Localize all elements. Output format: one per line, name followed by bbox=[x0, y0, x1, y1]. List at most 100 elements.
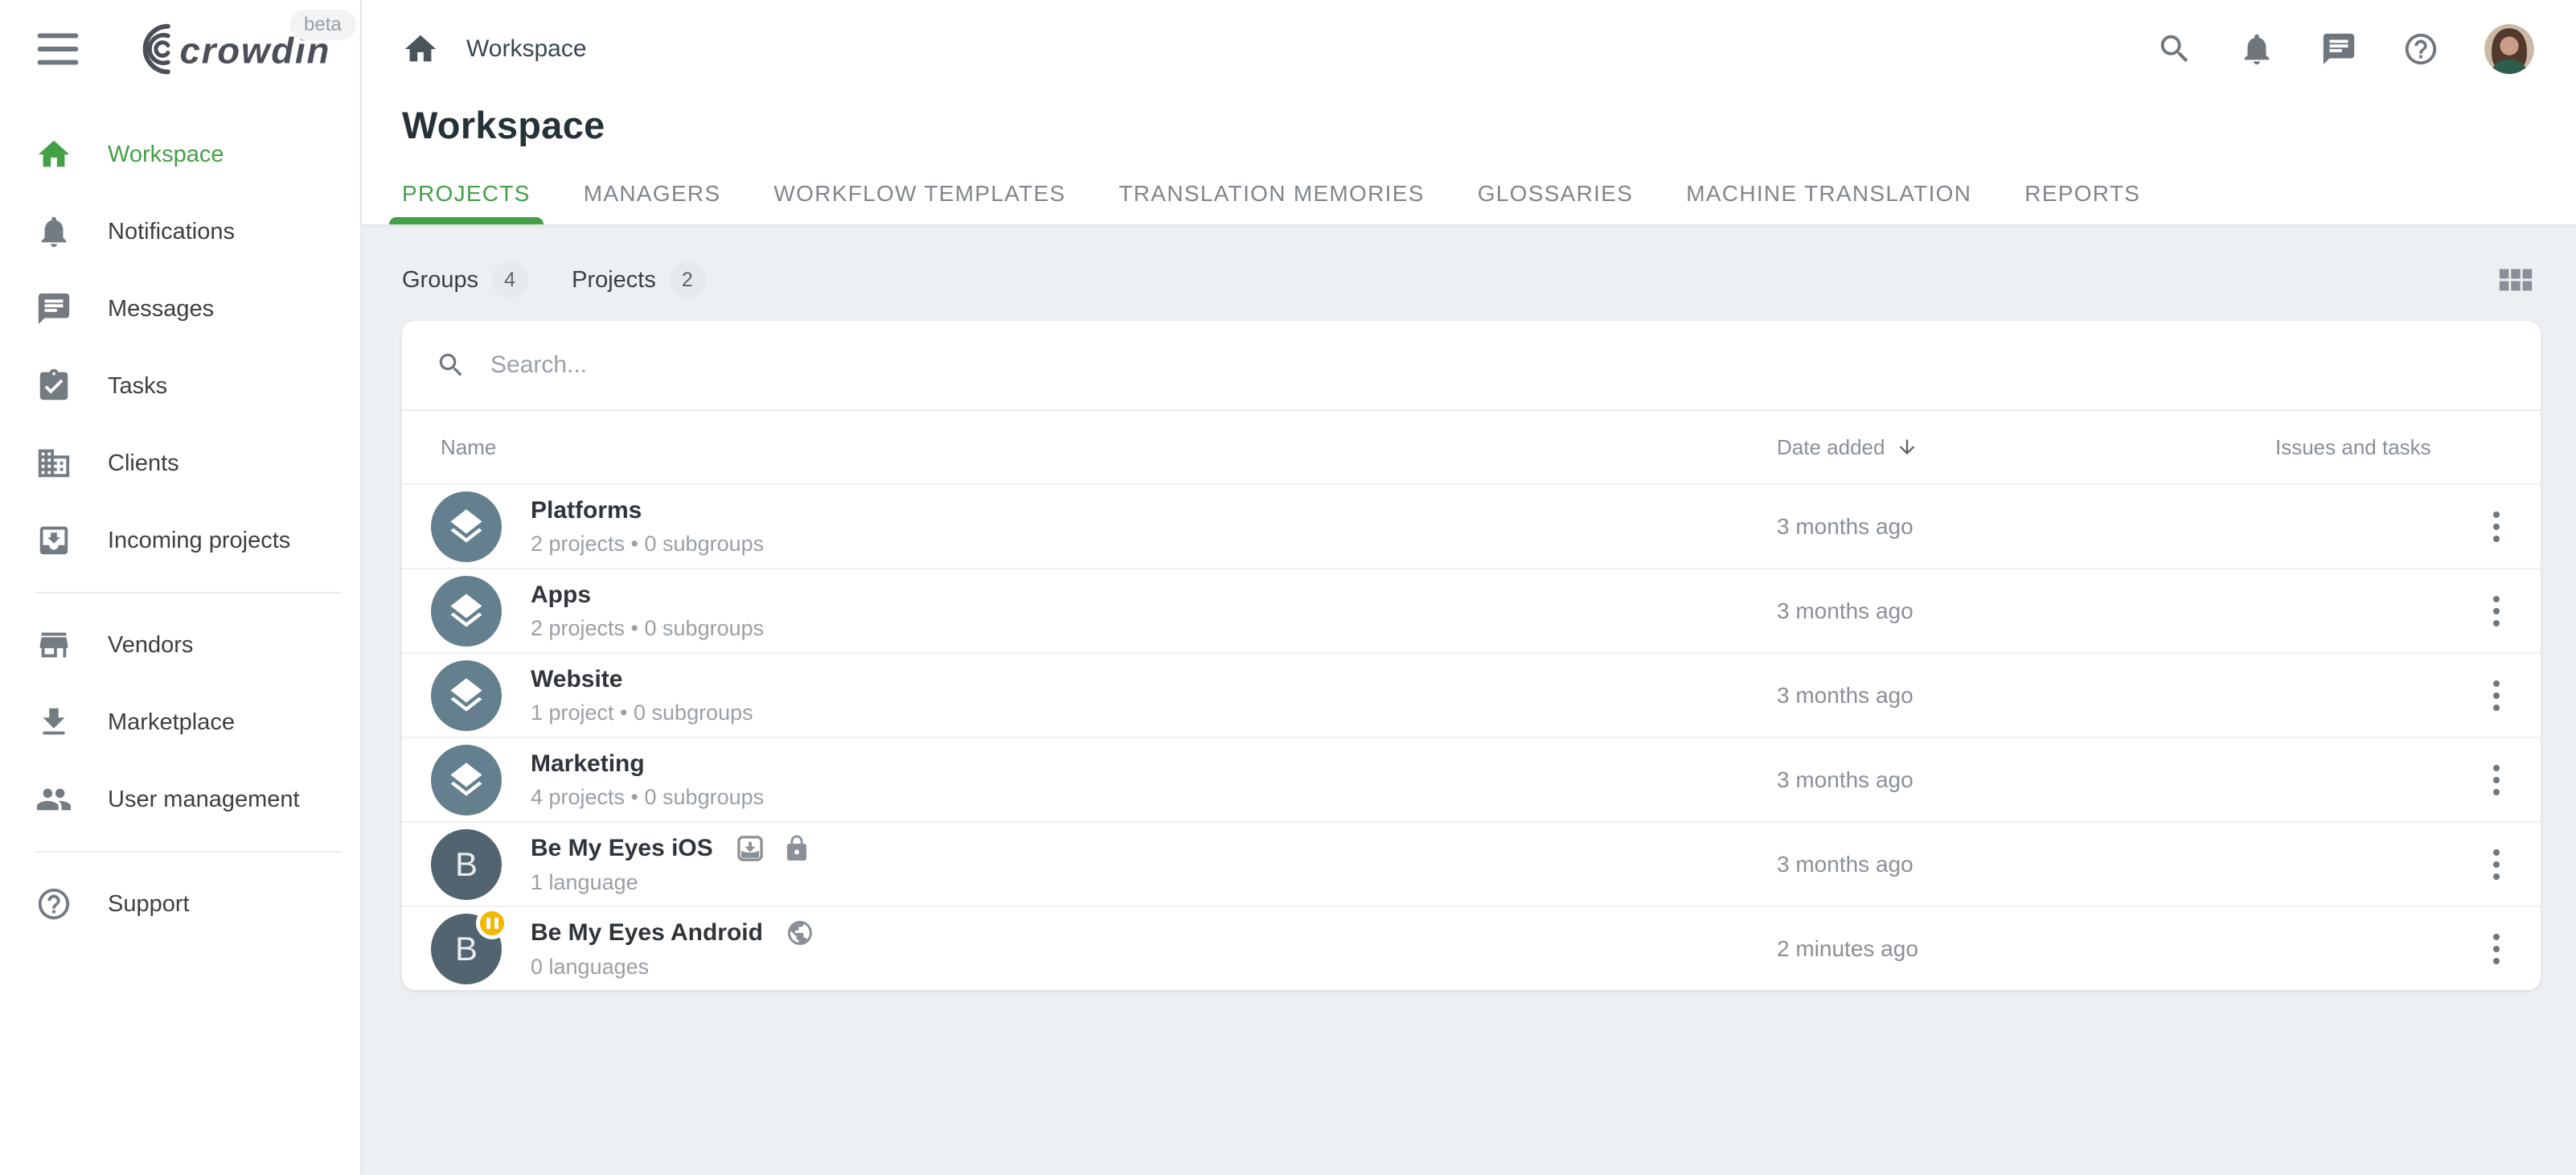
sidebar-item-clients[interactable]: Clients bbox=[0, 425, 360, 502]
row-menu-kebab-icon[interactable] bbox=[2487, 843, 2506, 886]
group-meta: 1 project • 0 subgroups bbox=[531, 700, 753, 725]
group-name: Platforms bbox=[531, 497, 642, 524]
groups-filter[interactable]: Groups 4 bbox=[402, 261, 528, 298]
globe-icon bbox=[786, 918, 814, 947]
page-title: Workspace bbox=[402, 103, 2534, 147]
beta-badge: beta bbox=[289, 10, 356, 40]
project-avatar: B bbox=[431, 914, 502, 984]
row-menu-kebab-icon[interactable] bbox=[2487, 674, 2506, 717]
sort-descending-arrow-icon bbox=[1896, 436, 1918, 458]
user-avatar[interactable] bbox=[2484, 24, 2534, 74]
tab-reports[interactable]: REPORTS bbox=[2024, 181, 2140, 224]
actions-cell bbox=[2452, 674, 2541, 717]
table-row-be-my-eyes-ios[interactable]: B Be My Eyes iOS bbox=[402, 821, 2541, 906]
lock-icon bbox=[782, 834, 811, 863]
page-head: Workspace PROJECTS MANAGERS WORKFLOW TEM… bbox=[362, 98, 2576, 224]
table-row-website[interactable]: Website 1 project • 0 subgroups 3 months… bbox=[402, 652, 2541, 737]
project-meta: 1 language bbox=[531, 870, 811, 895]
table-row-marketing[interactable]: Marketing 4 projects • 0 subgroups 3 mon… bbox=[402, 737, 2541, 821]
topbar: Workspace bbox=[362, 0, 2576, 98]
search-icon[interactable] bbox=[2156, 31, 2193, 68]
home-icon bbox=[35, 136, 72, 173]
group-meta: 2 projects • 0 subgroups bbox=[531, 532, 764, 557]
bell-icon bbox=[35, 213, 72, 250]
grid-view-icon[interactable] bbox=[2497, 261, 2534, 298]
project-meta: 0 languages bbox=[531, 955, 814, 980]
sidebar-item-user-management[interactable]: User management bbox=[0, 761, 360, 838]
notifications-bell-icon[interactable] bbox=[2238, 31, 2275, 68]
chat-icon[interactable] bbox=[2320, 31, 2357, 68]
sidebar-item-label: Messages bbox=[108, 296, 214, 323]
tab-workflow-templates[interactable]: WORKFLOW TEMPLATES bbox=[773, 181, 1065, 224]
app-window: crowdin beta Workspace Notifications Mes… bbox=[0, 0, 2576, 1175]
help-icon bbox=[35, 885, 72, 922]
building-icon bbox=[35, 445, 72, 482]
group-avatar bbox=[431, 491, 502, 562]
row-menu-kebab-icon[interactable] bbox=[2487, 505, 2506, 548]
tab-bar: PROJECTS MANAGERS WORKFLOW TEMPLATES TRA… bbox=[402, 181, 2534, 224]
project-initial: B bbox=[455, 930, 478, 968]
name-cell: B Be My Eyes iOS bbox=[402, 829, 1632, 900]
tab-managers[interactable]: MANAGERS bbox=[584, 181, 721, 224]
sidebar-item-tasks[interactable]: Tasks bbox=[0, 347, 360, 425]
name-cell: Marketing 4 projects • 0 subgroups bbox=[402, 745, 1632, 816]
help-icon[interactable] bbox=[2402, 31, 2439, 68]
group-name: Apps bbox=[531, 581, 591, 609]
project-badges bbox=[786, 918, 814, 947]
sidebar: crowdin beta Workspace Notifications Mes… bbox=[0, 0, 362, 1175]
sidebar-item-label: Notifications bbox=[108, 219, 235, 245]
sidebar-item-vendors[interactable]: Vendors bbox=[0, 606, 360, 684]
tab-machine-translation[interactable]: MACHINE TRANSLATION bbox=[1686, 181, 1971, 224]
sidebar-item-incoming-projects[interactable]: Incoming projects bbox=[0, 502, 360, 579]
sidebar-item-marketplace[interactable]: Marketplace bbox=[0, 684, 360, 761]
group-meta: 2 projects • 0 subgroups bbox=[531, 616, 764, 641]
group-name: Marketing bbox=[531, 750, 645, 778]
table-row-apps[interactable]: Apps 2 projects • 0 subgroups 3 months a… bbox=[402, 568, 2541, 652]
name-cell: Platforms 2 projects • 0 subgroups bbox=[402, 491, 1632, 562]
sidebar-item-workspace[interactable]: Workspace bbox=[0, 116, 360, 193]
sidebar-item-notifications[interactable]: Notifications bbox=[0, 193, 360, 270]
column-header-issues-and-tasks: Issues and tasks bbox=[2115, 435, 2452, 460]
name-cell: Website 1 project • 0 subgroups bbox=[402, 660, 1632, 731]
projects-filter[interactable]: Projects 2 bbox=[572, 261, 706, 298]
layers-icon bbox=[445, 506, 487, 548]
row-menu-kebab-icon[interactable] bbox=[2487, 758, 2506, 802]
actions-cell bbox=[2452, 505, 2541, 548]
sidebar-item-messages[interactable]: Messages bbox=[0, 270, 360, 347]
date-added-cell: 3 months ago bbox=[1632, 767, 2115, 793]
topbar-actions bbox=[2156, 24, 2534, 74]
column-header-date-added[interactable]: Date added bbox=[1632, 435, 2115, 460]
name-lines: Apps 2 projects • 0 subgroups bbox=[531, 581, 764, 641]
breadcrumb[interactable]: Workspace bbox=[402, 31, 587, 68]
table-row-be-my-eyes-android[interactable]: B Be My Eyes Android 0 languages bbox=[402, 906, 2541, 990]
layers-icon bbox=[445, 759, 487, 801]
sidebar-item-label: Workspace bbox=[108, 142, 224, 168]
groups-filter-label: Groups bbox=[402, 267, 478, 294]
page-header: Workspace bbox=[362, 0, 2576, 224]
tab-glossaries[interactable]: GLOSSARIES bbox=[1478, 181, 1634, 224]
hamburger-menu-icon[interactable] bbox=[35, 31, 80, 68]
row-menu-kebab-icon[interactable] bbox=[2487, 927, 2506, 971]
file-download-icon bbox=[736, 834, 765, 863]
tab-projects[interactable]: PROJECTS bbox=[402, 181, 531, 224]
actions-cell bbox=[2452, 843, 2541, 886]
project-avatar: B bbox=[431, 829, 502, 900]
inbox-icon bbox=[35, 522, 72, 559]
sidebar-item-label: Marketplace bbox=[108, 709, 235, 736]
date-added-cell: 3 months ago bbox=[1632, 852, 2115, 877]
tab-translation-memories[interactable]: TRANSLATION MEMORIES bbox=[1119, 181, 1425, 224]
search-input[interactable] bbox=[490, 351, 2507, 379]
people-icon bbox=[35, 781, 72, 818]
group-avatar bbox=[431, 745, 502, 816]
column-header-name[interactable]: Name bbox=[402, 435, 1632, 460]
table-row-platforms[interactable]: Platforms 2 projects • 0 subgroups 3 mon… bbox=[402, 483, 2541, 568]
tasks-icon bbox=[35, 368, 72, 405]
projects-table-card: Name Date added Issues and tasks bbox=[402, 321, 2541, 990]
sidebar-item-label: Vendors bbox=[108, 632, 193, 659]
group-name: Website bbox=[531, 666, 622, 693]
sidebar-item-support[interactable]: Support bbox=[0, 865, 360, 943]
row-menu-kebab-icon[interactable] bbox=[2487, 590, 2506, 633]
name-lines: Platforms 2 projects • 0 subgroups bbox=[531, 497, 764, 557]
name-lines: Website 1 project • 0 subgroups bbox=[531, 666, 753, 725]
group-avatar bbox=[431, 576, 502, 647]
